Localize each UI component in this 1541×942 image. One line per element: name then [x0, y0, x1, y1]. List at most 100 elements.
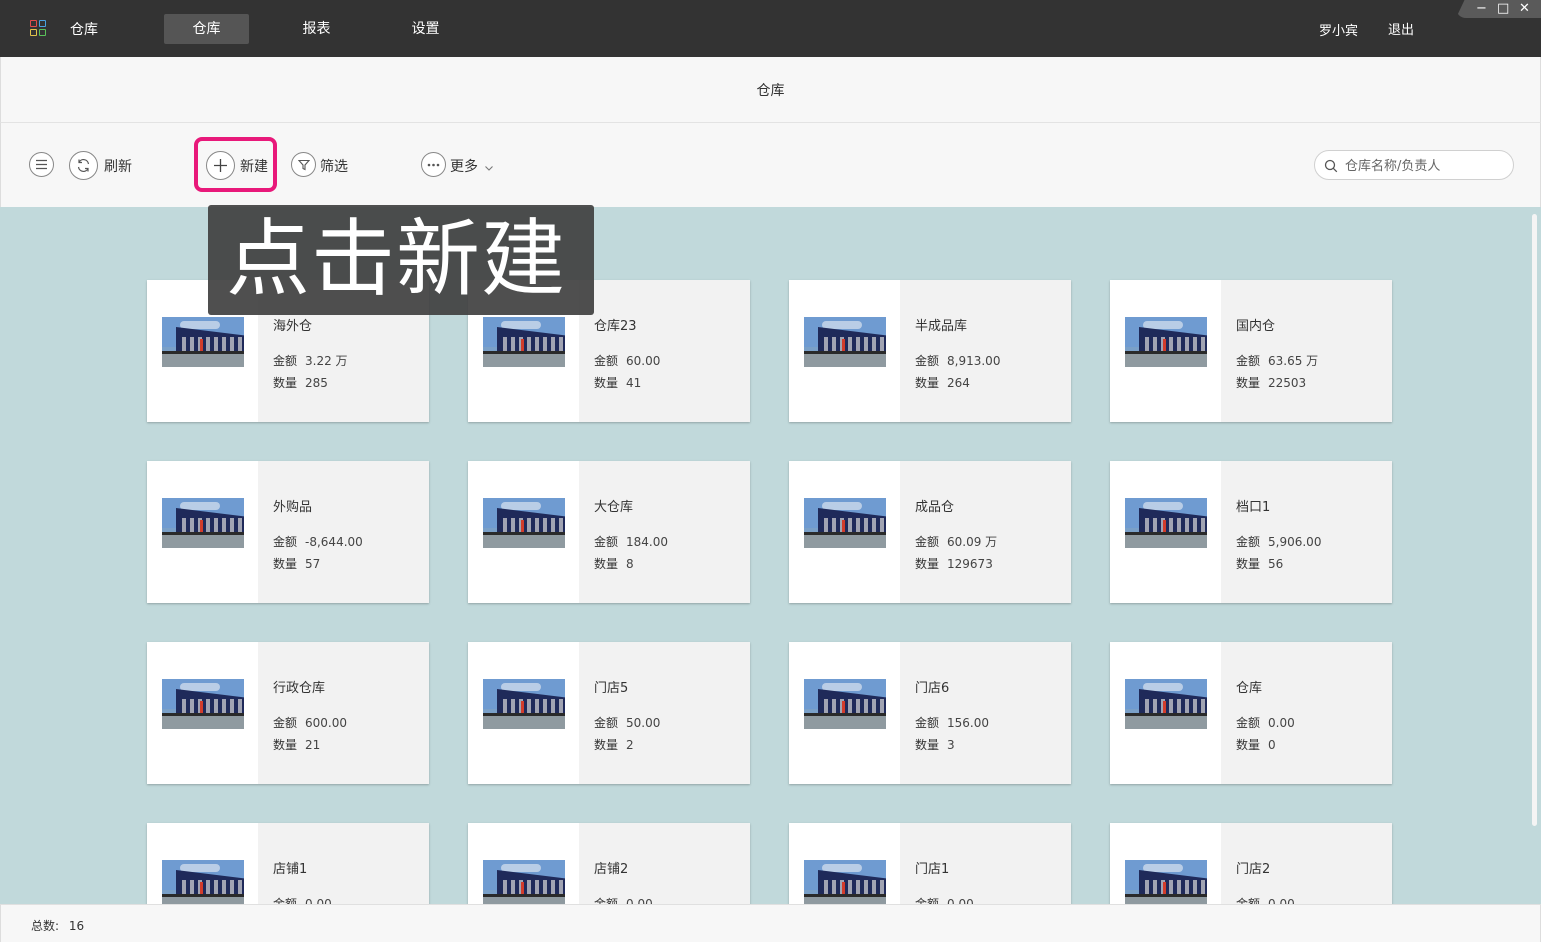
warehouse-name: 门店5 [594, 681, 629, 696]
warehouse-amount: 金额 63.65 万 [1236, 352, 1318, 369]
warehouse-image [483, 317, 565, 367]
amount-label: 金额 [1236, 535, 1261, 549]
quantity-label: 数量 [915, 557, 940, 571]
warehouse-quantity: 数量 3 [915, 736, 955, 753]
vertical-scrollbar[interactable] [1532, 214, 1537, 826]
warehouse-card[interactable]: 仓库 金额 0.00 数量 0 [1110, 642, 1392, 784]
search-input[interactable] [1345, 157, 1505, 175]
card-image-panel [147, 461, 258, 603]
quantity-label: 数量 [915, 376, 940, 390]
maximize-icon[interactable]: □ [1497, 0, 1509, 18]
amount-value: 63.65 万 [1268, 354, 1319, 368]
amount-value: 50.00 [626, 716, 661, 730]
app-grid-icon [30, 20, 48, 38]
filter-icon[interactable] [291, 152, 316, 177]
card-image-panel [1110, 823, 1221, 904]
logout-link[interactable]: 退出 [1388, 19, 1414, 38]
warehouse-quantity: 数量 21 [273, 736, 320, 753]
warehouse-name: 仓库23 [594, 319, 637, 334]
refresh-button[interactable]: 刷新 [104, 156, 132, 176]
search-box[interactable] [1314, 150, 1514, 180]
warehouse-image [804, 679, 886, 729]
warehouse-amount: 金额 0.00 [1236, 895, 1295, 904]
warehouse-card[interactable]: 成品仓 金额 60.09 万数量 129673 [789, 461, 1071, 603]
warehouse-amount: 金额 -8,644.00 [273, 533, 363, 550]
warehouse-quantity: 数量 41 [594, 374, 641, 391]
refresh-icon[interactable] [69, 151, 98, 180]
total-label: 总数: [31, 919, 60, 933]
warehouse-card[interactable]: 行政仓库 金额 600.00 数量 21 [147, 642, 429, 784]
amount-label: 金额 [273, 716, 298, 730]
warehouse-image [1125, 860, 1207, 904]
warehouse-card[interactable]: 门店5 金额 50.00 数量 2 [468, 642, 750, 784]
warehouse-image [162, 679, 244, 729]
quantity-value: 264 [947, 376, 970, 390]
warehouse-name: 门店2 [1236, 862, 1271, 877]
amount-label: 金额 [915, 354, 940, 368]
more-icon[interactable] [421, 152, 446, 177]
card-image-panel [789, 280, 900, 422]
more-button[interactable]: 更多 [450, 156, 478, 176]
user-name[interactable]: 罗小宾 [1319, 20, 1358, 39]
filter-button[interactable]: 筛选 [320, 156, 348, 176]
instruction-overlay: 点击新建 [208, 205, 594, 315]
warehouse-name: 档口1 [1236, 500, 1271, 515]
warehouse-name: 国内仓 [1236, 319, 1276, 334]
minimize-icon[interactable]: − [1476, 0, 1487, 18]
quantity-value: 0 [1268, 738, 1276, 752]
footer: 总数: 16 [0, 904, 1541, 942]
amount-value: 0.00 [947, 897, 974, 904]
amount-label: 金额 [915, 716, 940, 730]
warehouse-amount: 金额 5,906.00 [1236, 533, 1321, 550]
amount-value: 60.09 万 [947, 535, 998, 549]
quantity-value: 41 [626, 376, 642, 390]
card-image-panel [468, 642, 579, 784]
warehouse-card[interactable]: 档口1 金额 5,906.00 数量 56 [1110, 461, 1392, 603]
amount-value: -8,644.00 [305, 535, 363, 549]
amount-label: 金额 [915, 535, 940, 549]
warehouse-name: 仓库 [1236, 681, 1263, 696]
new-button-highlight [194, 137, 277, 192]
tab-reports[interactable]: 报表 [274, 14, 359, 44]
page-header: 仓库 [0, 57, 1541, 123]
warehouse-name: 店铺1 [273, 862, 308, 877]
warehouse-image [162, 860, 244, 904]
amount-value: 3.22 万 [305, 354, 348, 368]
warehouse-card[interactable]: 店铺2金额0.00数量 [468, 823, 750, 904]
chevron-down-icon[interactable] [484, 158, 494, 177]
warehouse-quantity: 数量 57 [273, 555, 320, 572]
warehouse-card[interactable]: 门店2金额0.00数量 [1110, 823, 1392, 904]
warehouse-image [804, 317, 886, 367]
warehouse-amount: 金额 600.00 [273, 714, 347, 731]
warehouse-card[interactable]: 国内仓 金额 63.65 万数量 22503 [1110, 280, 1392, 422]
close-icon[interactable]: ✕ [1519, 0, 1530, 18]
warehouse-card[interactable]: 半成品库 金额 8,913.00 数量 264 [789, 280, 1071, 422]
warehouse-image [162, 317, 244, 367]
warehouse-image [483, 498, 565, 548]
amount-label: 金额 [915, 897, 940, 904]
warehouse-name: 店铺2 [594, 862, 629, 877]
quantity-label: 数量 [1236, 376, 1261, 390]
total-value: 16 [68, 919, 85, 933]
warehouse-card[interactable]: 外购品 金额 -8,644.00 数量 57 [147, 461, 429, 603]
tab-settings[interactable]: 设置 [383, 14, 468, 44]
amount-value: 0.00 [1268, 716, 1295, 730]
warehouse-amount: 金额 0.00 [273, 895, 332, 904]
card-image-panel [147, 642, 258, 784]
tab-warehouse[interactable]: 仓库 [164, 14, 249, 44]
warehouse-card[interactable]: 门店6 金额 156.00 数量 3 [789, 642, 1071, 784]
menu-icon[interactable] [29, 152, 54, 177]
amount-label: 金额 [273, 354, 298, 368]
amount-label: 金额 [1236, 716, 1261, 730]
warehouse-image [1125, 679, 1207, 729]
window-controls: − □ ✕ [1456, 0, 1541, 18]
warehouse-card[interactable]: 店铺1金额0.00数量 [147, 823, 429, 904]
warehouse-card[interactable]: 门店1金额0.00数量 [789, 823, 1071, 904]
quantity-label: 数量 [273, 376, 298, 390]
warehouse-name: 大仓库 [594, 500, 634, 515]
total-count: 总数: 16 [31, 917, 84, 934]
amount-value: 8,913.00 [947, 354, 1001, 368]
quantity-value: 129673 [947, 557, 993, 571]
amount-label: 金额 [1236, 897, 1261, 904]
warehouse-card[interactable]: 大仓库 金额 184.00 数量 8 [468, 461, 750, 603]
